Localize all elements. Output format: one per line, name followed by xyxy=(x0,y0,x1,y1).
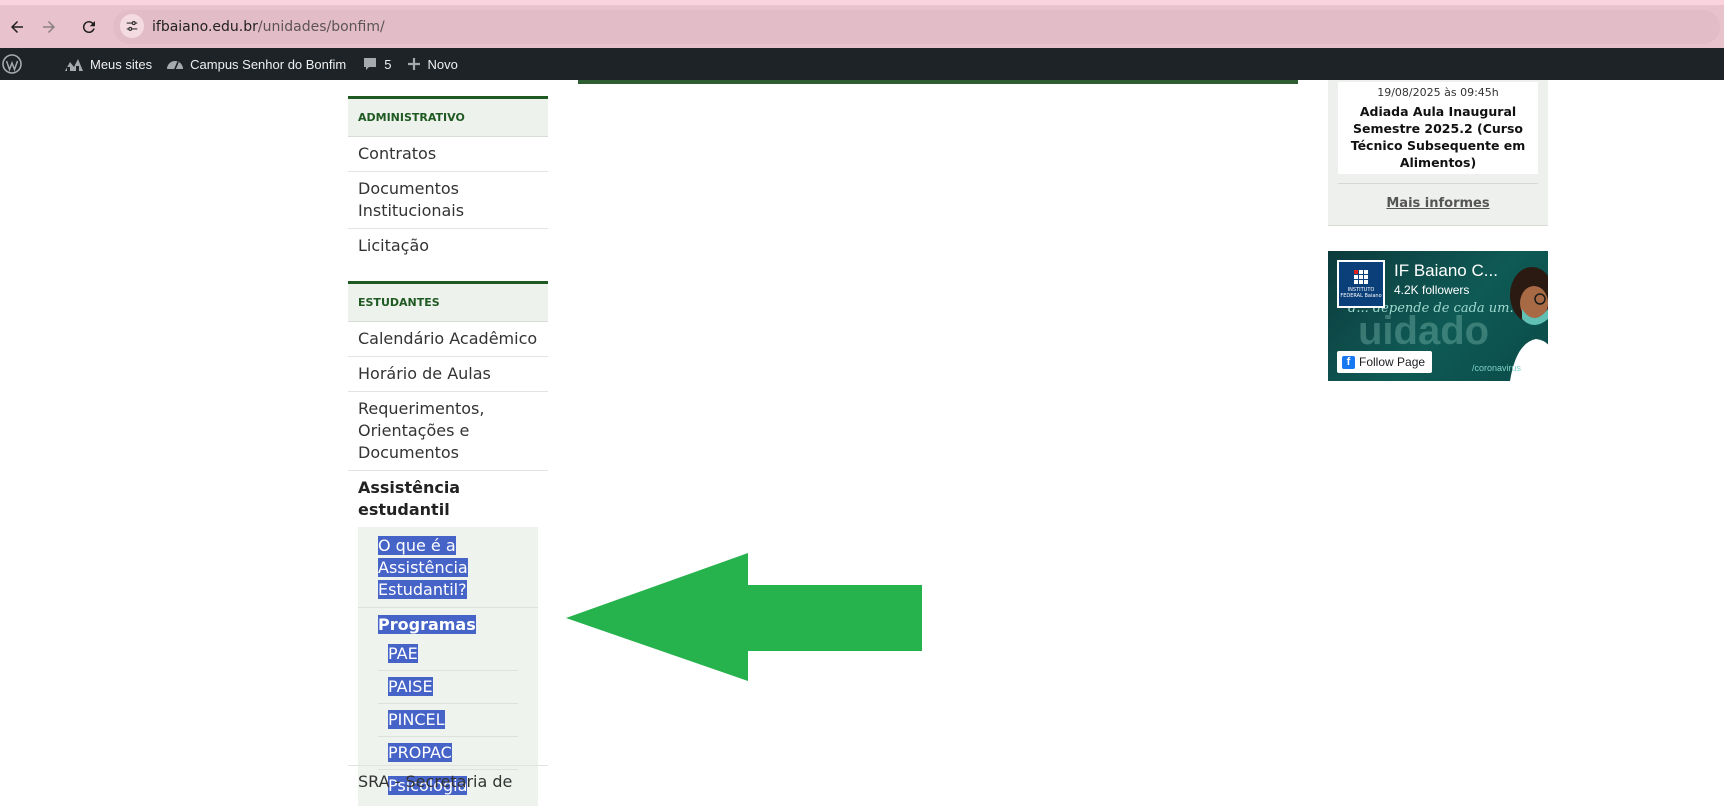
new-label: Novo xyxy=(427,56,458,72)
menu-item-documentos[interactable]: Documentos Institucionais xyxy=(348,172,548,229)
news-date: 19/08/2025 às 09:45h xyxy=(1377,86,1499,99)
reload-button[interactable] xyxy=(76,14,102,40)
program-pincel-label: PINCEL xyxy=(388,710,445,729)
new-content-menu[interactable]: Novo xyxy=(399,48,465,80)
comment-icon xyxy=(364,58,377,70)
submenu-what-is[interactable]: O que é a Assistência Estudantil? xyxy=(358,529,538,608)
program-item-pae[interactable]: PAE xyxy=(378,638,518,671)
dashboard-icon xyxy=(167,61,184,70)
facebook-page-widget[interactable]: uidado d... depende de cada um. INSTITUT… xyxy=(1328,251,1548,381)
url-text[interactable]: ifbaiano.edu.br/unidades/bonfim/ xyxy=(152,19,385,35)
menu-item-contratos[interactable]: Contratos xyxy=(348,137,548,172)
fb-follow-label: Follow Page xyxy=(1359,355,1426,369)
tune-icon xyxy=(126,21,138,31)
green-arrow-annotation xyxy=(566,553,922,681)
news-divider xyxy=(1338,183,1538,184)
students-section-heading: ESTUDANTES xyxy=(348,281,548,322)
arrow-left-icon xyxy=(11,21,23,33)
my-sites-label: Meus sites xyxy=(90,56,153,72)
what-is-line-2: Assistência xyxy=(378,558,468,577)
submenu-programas[interactable]: Programas xyxy=(358,608,538,638)
news-title[interactable]: Adiada Aula Inaugural Semestre 2025.2 (C… xyxy=(1338,99,1538,171)
wp-admin-bar: Meus sites Campus Senhor do Bonfim 5 Nov… xyxy=(0,48,1724,80)
what-is-line-1: O que é a xyxy=(378,536,456,555)
menu-item-calendario[interactable]: Calendário Acadêmico xyxy=(348,322,548,357)
news-card[interactable]: 19/08/2025 às 09:45h Adiada Aula Inaugur… xyxy=(1338,82,1538,174)
fb-cover-url: /coronavirus xyxy=(1472,363,1522,373)
my-sites-menu[interactable]: Meus sites xyxy=(38,48,160,80)
program-paise-label: PAISE xyxy=(388,677,433,696)
forward-button[interactable] xyxy=(36,14,62,40)
admin-section-heading: ADMINISTRATIVO xyxy=(348,96,548,137)
content-top-border xyxy=(578,80,1298,84)
program-pae-label: PAE xyxy=(388,644,418,663)
if-logo-text: INSTITUTO FEDERAL Baiano xyxy=(1340,286,1382,299)
plus-icon xyxy=(408,58,421,70)
menu-item-assistencia[interactable]: Assistência estudantil xyxy=(348,471,548,527)
reload-icon xyxy=(82,21,95,34)
fb-followers: 4.2K followers xyxy=(1394,283,1470,297)
menu-item-requerimentos[interactable]: Requerimentos, Orientações e Documentos xyxy=(348,392,548,471)
menu-item-horario[interactable]: Horário de Aulas xyxy=(348,357,548,392)
if-logo-mark xyxy=(1354,269,1368,284)
program-propac-label: PROPAC xyxy=(388,743,452,762)
browser-toolbar: ifbaiano.edu.br/unidades/bonfim/ xyxy=(0,5,1724,48)
arrow-right-icon xyxy=(43,21,55,33)
fb-page-name[interactable]: IF Baiano C... xyxy=(1394,261,1498,281)
wordpress-icon xyxy=(2,54,22,74)
comments-menu[interactable]: 5 xyxy=(354,48,399,80)
fb-follow-button[interactable]: f Follow Page xyxy=(1337,351,1433,373)
wp-logo-button[interactable] xyxy=(0,48,38,80)
program-item-paise[interactable]: PAISE xyxy=(378,671,518,704)
site-name-label: Campus Senhor do Bonfim xyxy=(190,56,347,72)
url-path: /unidades/bonfim/ xyxy=(257,19,385,35)
back-button[interactable] xyxy=(4,14,30,40)
what-is-line-3: Estudantil? xyxy=(378,580,467,599)
facebook-icon: f xyxy=(1342,355,1355,369)
site-name-menu[interactable]: Campus Senhor do Bonfim xyxy=(160,48,354,80)
program-item-pincel[interactable]: PINCEL xyxy=(378,704,518,737)
comments-count: 5 xyxy=(384,56,392,72)
left-sidebar-menu: ADMINISTRATIVO Contratos Documentos Inst… xyxy=(348,96,548,806)
if-baiano-logo: INSTITUTO FEDERAL Baiano xyxy=(1337,260,1385,308)
news-widget: 19/08/2025 às 09:45h Adiada Aula Inaugur… xyxy=(1328,80,1548,226)
menu-item-sra[interactable]: SRA - Secretaria de xyxy=(348,765,548,797)
site-info-button[interactable] xyxy=(120,14,144,38)
sites-icon xyxy=(65,59,83,71)
url-host: ifbaiano.edu.br xyxy=(152,19,258,35)
more-news-link[interactable]: Mais informes xyxy=(1328,196,1548,211)
menu-item-licitacao[interactable]: Licitação xyxy=(348,229,548,263)
programs-label: Programas xyxy=(378,615,476,634)
